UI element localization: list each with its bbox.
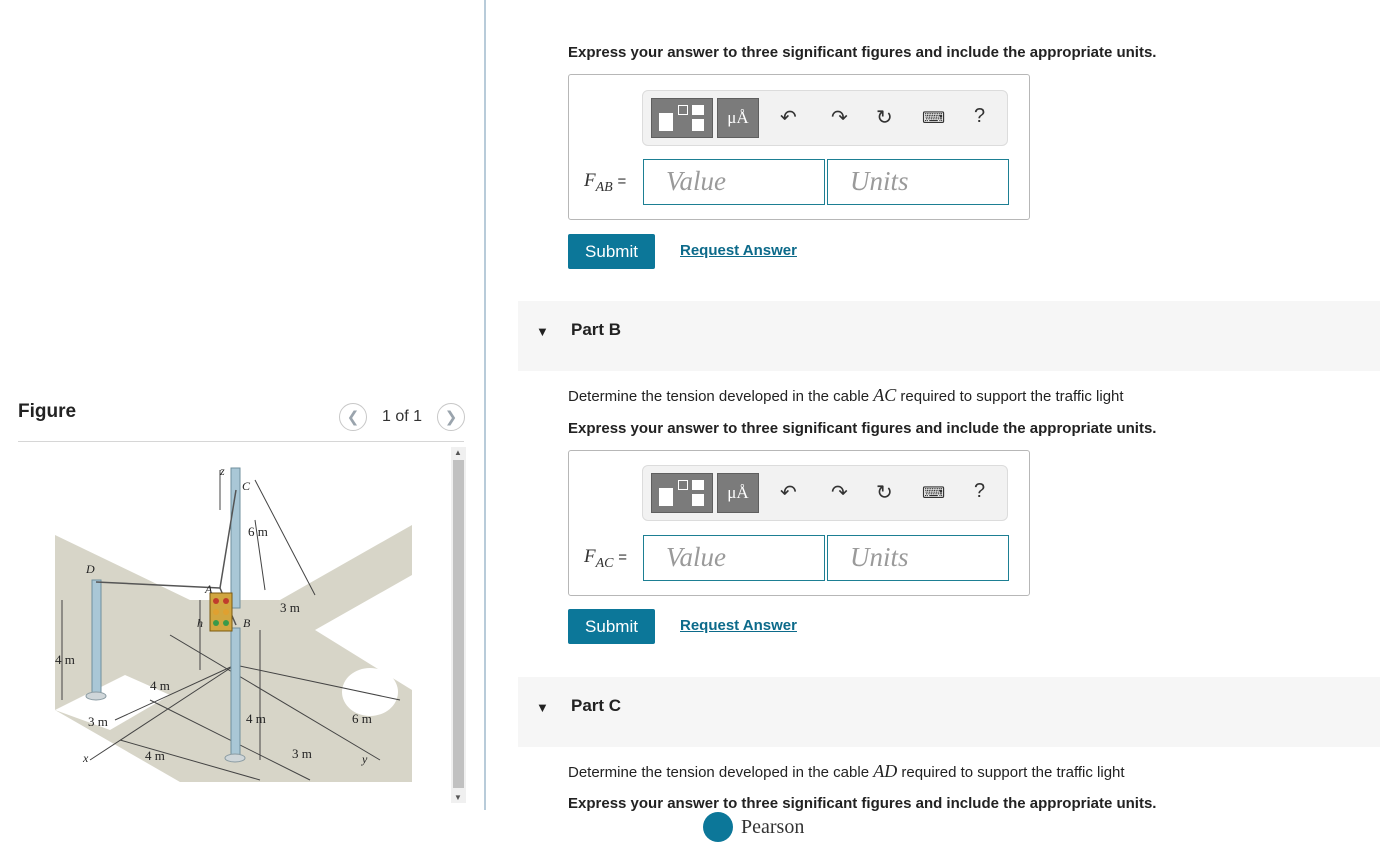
previous-figure-button[interactable]: ❮ [339, 403, 367, 431]
help-icon[interactable]: ? [974, 105, 985, 128]
caret-down-icon[interactable]: ▼ [536, 700, 549, 715]
units-icon[interactable]: μÅ [717, 473, 759, 513]
templates-icon[interactable] [651, 98, 713, 138]
part-a-field-label: FAB = [584, 170, 627, 195]
part-a-value-input[interactable]: Value [643, 159, 825, 205]
label-c: C [242, 479, 251, 493]
part-a-toolbar: μÅ ↶ ↷ ↻ ⌨ ? [642, 90, 1008, 146]
dim-4m-pole: 4 m [246, 711, 266, 726]
dim-6m-right: 6 m [352, 711, 372, 726]
part-b-instruction: Express your answer to three significant… [568, 420, 1157, 437]
chevron-left-icon: ❮ [346, 409, 360, 426]
figure-title: Figure [18, 401, 77, 422]
label-y: y [361, 752, 368, 766]
part-b-prompt: Determine the tension developed in the c… [568, 385, 1124, 405]
part-b-header[interactable]: ▼ Part B [518, 301, 1380, 371]
pole-d [91, 579, 102, 696]
units-icon[interactable]: μÅ [717, 98, 759, 138]
part-b-field-label: FAC = [584, 546, 628, 571]
dim-4m-bottom: 4 m [145, 748, 165, 763]
undo-icon[interactable]: ↶ [780, 480, 797, 505]
keyboard-icon[interactable]: ⌨ [922, 108, 945, 128]
pole-b [230, 627, 241, 759]
label-b: B [243, 616, 251, 630]
part-b-answer-box: μÅ ↶ ↷ ↻ ⌨ ? FAC = Value Units [568, 450, 1030, 596]
undo-icon[interactable]: ↶ [780, 105, 797, 130]
scroll-up-icon[interactable]: ▲ [454, 448, 462, 457]
figure-divider [18, 441, 464, 442]
dim-3m-bottom: 3 m [292, 746, 312, 761]
part-a-submit-button[interactable]: Submit [568, 234, 655, 269]
reset-icon[interactable]: ↻ [876, 105, 893, 130]
help-icon[interactable]: ? [974, 480, 985, 503]
scrollbar-thumb[interactable] [453, 460, 464, 788]
part-a-units-input[interactable]: Units [827, 159, 1009, 205]
figure-pager-count: 1 of 1 [382, 408, 423, 425]
part-c-header[interactable]: ▼ Part C [518, 677, 1380, 747]
pearson-logo-text: Pearson [741, 816, 805, 838]
dim-3m-mid: 3 m [280, 600, 300, 615]
part-b-value-input[interactable]: Value [643, 535, 825, 581]
chevron-right-icon: ❯ [444, 409, 458, 426]
keyboard-icon[interactable]: ⌨ [922, 483, 945, 503]
next-figure-button[interactable]: ❯ [437, 403, 465, 431]
ground-cutout-right [342, 668, 398, 716]
part-b-title: Part B [571, 320, 622, 339]
part-c-title: Part C [571, 696, 622, 715]
figure-scrollbar[interactable]: ▲ ▼ [451, 447, 466, 803]
pole-c [230, 467, 241, 609]
label-d: D [85, 562, 95, 576]
label-z: z [219, 464, 225, 478]
traffic-light-figure: z C D A B h x y 6 m 3 m 4 m 4 m 3 m 4 m … [55, 464, 412, 782]
panel-divider [484, 0, 486, 810]
caret-down-icon[interactable]: ▼ [536, 324, 549, 339]
label-h: h [197, 616, 203, 630]
redo-icon[interactable]: ↷ [831, 105, 848, 130]
part-a-instruction: Express your answer to three significant… [568, 44, 1157, 61]
dim-6m-top: 6 m [248, 524, 268, 539]
dim-4m-left: 4 m [55, 652, 75, 667]
part-b-submit-button[interactable]: Submit [568, 609, 655, 644]
label-a: A [204, 582, 213, 596]
part-b-units-input[interactable]: Units [827, 535, 1009, 581]
part-b-request-answer-link[interactable]: Request Answer [680, 617, 797, 634]
part-b-toolbar: μÅ ↶ ↷ ↻ ⌨ ? [642, 465, 1008, 521]
part-a-answer-box: μÅ ↶ ↷ ↻ ⌨ ? FAB = Value Units [568, 74, 1030, 220]
part-a-request-answer-link[interactable]: Request Answer [680, 242, 797, 259]
part-c-instruction: Express your answer to three significant… [568, 795, 1157, 812]
redo-icon[interactable]: ↷ [831, 480, 848, 505]
reset-icon[interactable]: ↻ [876, 480, 893, 505]
templates-icon[interactable] [651, 473, 713, 513]
label-x: x [82, 751, 89, 765]
part-c-prompt: Determine the tension developed in the c… [568, 761, 1125, 781]
dim-3m-left: 3 m [88, 714, 108, 729]
scroll-down-icon[interactable]: ▼ [454, 793, 462, 802]
dim-4m-diag: 4 m [150, 678, 170, 693]
